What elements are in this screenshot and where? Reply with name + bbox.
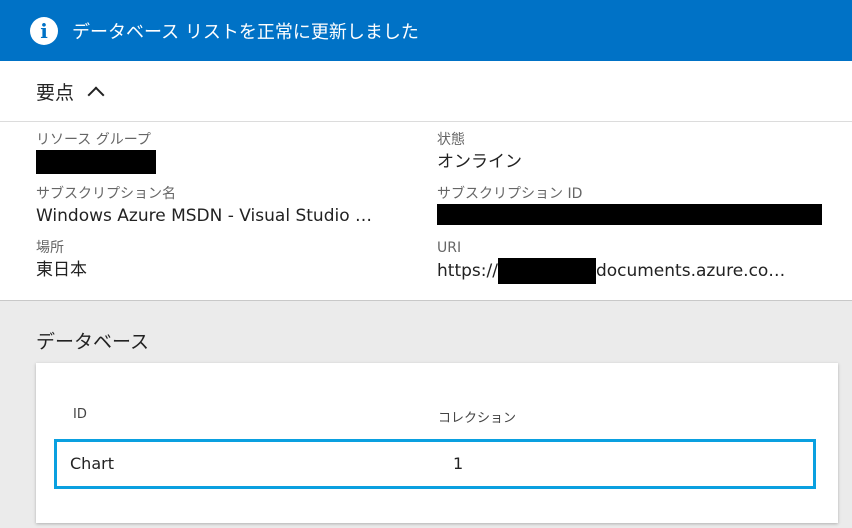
location-property: 場所 東日本 xyxy=(36,238,87,282)
redacted-block xyxy=(437,204,822,225)
resource-group-property: リソース グループ xyxy=(36,130,156,174)
redacted-block xyxy=(36,150,156,174)
subscription-id-value xyxy=(437,204,822,228)
subscription-name-property: サブスクリプション名 Windows Azure MSDN - Visual S… xyxy=(36,184,421,228)
table-row[interactable]: Chart 1 xyxy=(54,439,816,489)
databases-title: データベース xyxy=(36,331,150,353)
row-collections-cell: 1 xyxy=(453,454,464,473)
row-id-cell: Chart xyxy=(70,454,114,473)
uri-label: URI xyxy=(437,240,462,256)
subscription-id-property: サブスクリプション ID xyxy=(437,184,822,228)
uri-value[interactable]: https:// documents.azure.co… xyxy=(437,258,822,284)
uri-property: URI https:// documents.azure.co… xyxy=(437,238,822,284)
databases-section: データベース ID コレクション Chart 1 xyxy=(0,301,852,528)
subscription-id-label: サブスクリプション ID xyxy=(437,186,583,202)
status-property: 状態 オンライン xyxy=(437,130,522,174)
essentials-properties: リソース グループ 状態 オンライン サブスクリプション名 Windows Az… xyxy=(0,122,852,300)
location-value: 東日本 xyxy=(36,260,87,280)
banner-message: データベース リストを正常に更新しました xyxy=(72,21,419,43)
chevron-up-icon[interactable] xyxy=(87,86,105,104)
resource-group-value[interactable] xyxy=(36,150,156,174)
info-icon: i xyxy=(30,16,58,45)
column-header-id[interactable]: ID xyxy=(73,407,87,422)
subscription-name-label: サブスクリプション名 xyxy=(36,186,176,202)
notification-banner: i データベース リストを正常に更新しました xyxy=(0,0,852,61)
redacted-block xyxy=(497,258,596,284)
subscription-name-value[interactable]: Windows Azure MSDN - Visual Studio … xyxy=(36,204,421,228)
status-value: オンライン xyxy=(437,152,522,172)
resource-group-label: リソース グループ xyxy=(36,132,151,148)
uri-prefix: https:// xyxy=(437,261,498,281)
databases-table: ID コレクション Chart 1 xyxy=(36,363,838,523)
status-label: 状態 xyxy=(437,132,465,148)
column-header-collections[interactable]: コレクション xyxy=(438,407,516,426)
uri-suffix: documents.azure.co… xyxy=(595,261,786,281)
essentials-header[interactable]: 要点 xyxy=(0,61,852,122)
location-label: 場所 xyxy=(36,240,64,256)
essentials-title: 要点 xyxy=(36,81,75,104)
